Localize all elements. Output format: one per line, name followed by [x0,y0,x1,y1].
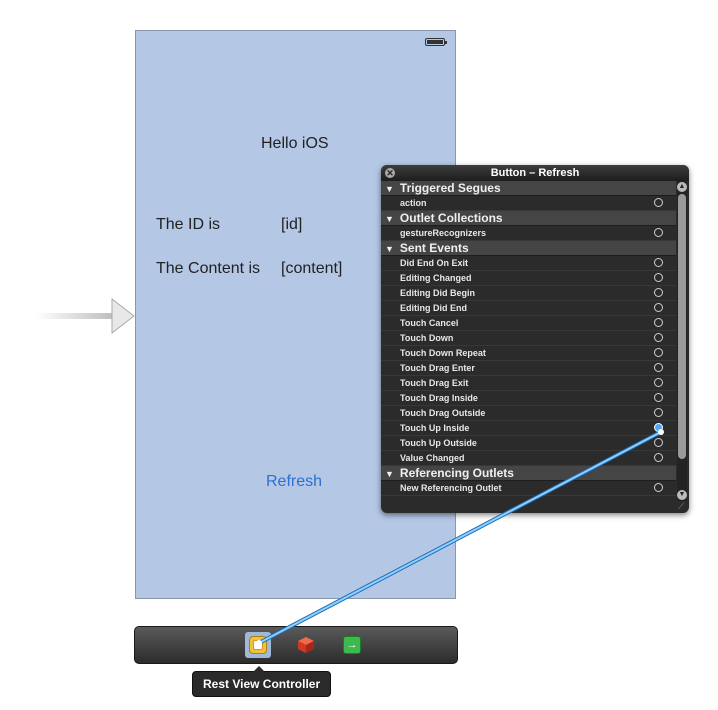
id-value-label[interactable]: [id] [281,216,302,234]
scene-dock: → [134,626,458,664]
connection-row[interactable]: Editing Did Begin [381,286,676,301]
dock-item-exit[interactable]: → [339,632,365,658]
connection-circle-icon[interactable] [654,198,663,207]
dock-item-view-controller[interactable] [245,632,271,658]
connection-circle-icon[interactable] [654,273,663,282]
dock-tooltip: Rest View Controller [192,666,332,697]
connection-row[interactable]: Editing Did End [381,301,676,316]
connection-label: Touch Drag Inside [400,393,478,403]
connection-circle-icon[interactable] [654,393,663,402]
content-value-label[interactable]: [content] [281,260,342,278]
connection-row[interactable]: Touch Up Inside [381,421,676,436]
scroll-down-icon[interactable]: ▼ [677,490,687,500]
connection-circle-icon[interactable] [654,258,663,267]
connection-row[interactable]: Value Changed [381,451,676,466]
connection-row[interactable]: Touch Drag Inside [381,391,676,406]
panel-header: ✕ Button – Refresh [381,165,689,181]
connection-circle-icon[interactable] [654,438,663,447]
scrollbar[interactable]: ▲ ▼ [677,181,687,501]
connection-circle-icon[interactable] [654,483,663,492]
connection-label: Touch Down [400,333,454,343]
section-label: Triggered Segues [399,181,501,195]
connection-label: Touch Drag Enter [400,363,475,373]
connection-row[interactable]: Touch Down [381,331,676,346]
connection-label: Touch Down Repeat [400,348,486,358]
connection-label: gestureRecognizers [400,228,487,238]
first-responder-icon [298,637,314,653]
connection-label: Editing Changed [400,273,472,283]
scroll-thumb[interactable] [678,194,686,459]
exit-icon: → [343,636,361,654]
connection-label: New Referencing Outlet [400,483,502,493]
connection-circle-icon[interactable] [654,333,663,342]
connection-label: Touch Up Outside [400,438,477,448]
id-label[interactable]: The ID is [156,216,220,234]
connection-row[interactable]: gestureRecognizers [381,226,676,241]
title-label[interactable]: Hello iOS [261,135,329,153]
section-header[interactable]: ▼ Referencing Outlets [381,466,676,481]
panel-title: Button – Refresh [490,167,580,179]
connection-label: Touch Up Inside [400,423,470,433]
connection-row[interactable]: Touch Drag Outside [381,406,676,421]
connection-row[interactable]: Touch Up Outside [381,436,676,451]
section-label: Outlet Collections [399,211,503,225]
view-controller-icon [249,636,267,654]
connection-circle-icon[interactable] [654,318,663,327]
connection-label: Editing Did End [400,303,467,313]
connection-row[interactable]: Did End On Exit [381,256,676,271]
section-header[interactable]: ▼ Sent Events [381,241,676,256]
connections-panel: ✕ Button – Refresh ▼ Triggered Segues acti… [381,165,689,513]
connection-label: Touch Cancel [400,318,459,328]
connection-circle-icon[interactable] [654,408,663,417]
connection-label: Editing Did Begin [400,288,475,298]
connection-circle-icon[interactable] [654,363,663,372]
connection-circle-icon[interactable] [654,453,663,462]
scroll-up-icon[interactable]: ▲ [677,182,687,192]
connection-circle-icon[interactable] [654,288,663,297]
connected-circle-icon[interactable] [654,423,663,432]
resize-grip-icon[interactable]: ⟋ [678,502,687,511]
connections-list: ▼ Triggered Segues action ▼ Outlet Collectio… [381,181,676,501]
connection-row[interactable]: Touch Drag Exit [381,376,676,391]
refresh-button[interactable]: Refresh [266,473,322,491]
connection-row[interactable]: Editing Changed [381,271,676,286]
close-icon[interactable]: ✕ [385,168,395,178]
battery-icon [425,38,447,46]
connection-row[interactable]: Touch Cancel [381,316,676,331]
connection-circle-icon[interactable] [654,303,663,312]
disclosure-triangle-icon[interactable]: ▼ [385,469,394,479]
connection-label: Did End On Exit [400,258,469,268]
connection-label: Touch Drag Exit [400,378,469,388]
connection-label: action [400,198,427,208]
section-label: Sent Events [399,241,469,255]
connection-circle-icon[interactable] [654,378,663,387]
section-label: Referencing Outlets [399,466,514,480]
connection-label: Touch Drag Outside [400,408,486,418]
storyboard-entry-arrow [36,297,135,335]
section-header[interactable]: ▼ Triggered Segues [381,181,676,196]
dock-item-first-responder[interactable] [293,632,319,658]
connection-row[interactable]: action [381,196,676,211]
disclosure-triangle-icon[interactable]: ▼ [385,184,394,194]
connection-row[interactable]: Touch Drag Enter [381,361,676,376]
disclosure-triangle-icon[interactable]: ▼ [385,214,394,224]
content-label[interactable]: The Content is [156,260,260,278]
connection-label: Value Changed [400,453,465,463]
connection-row[interactable]: Touch Down Repeat [381,346,676,361]
connection-row[interactable]: New Referencing Outlet [381,481,676,496]
connection-circle-icon[interactable] [654,228,663,237]
section-header[interactable]: ▼ Outlet Collections [381,211,676,226]
connection-circle-icon[interactable] [654,348,663,357]
disclosure-triangle-icon[interactable]: ▼ [385,244,394,254]
